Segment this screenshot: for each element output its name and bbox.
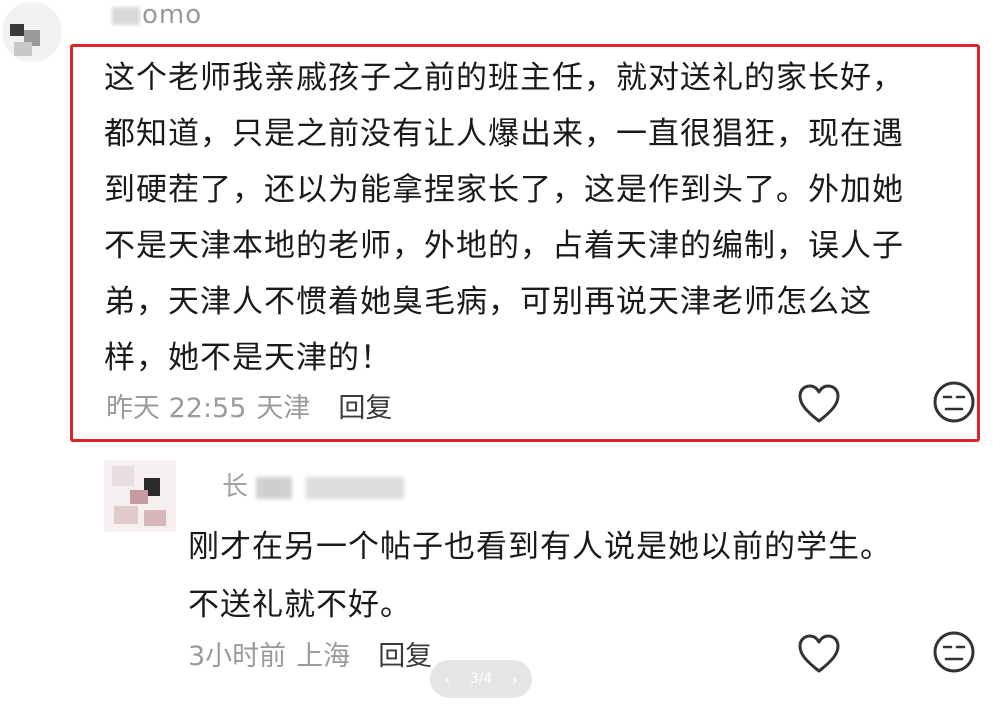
comment-line: 都知道，只是之前没有让人爆出来，一直很猖狂，现在遇 <box>104 116 904 152</box>
reply-button[interactable]: 回复 <box>338 386 392 425</box>
avatar-pixel <box>144 510 166 526</box>
comment-meta: 3小时前 上海 回复 <box>188 630 432 676</box>
avatar-pixel <box>10 24 24 36</box>
comment-meta: 昨天 22:55 天津 回复 <box>106 380 392 430</box>
username[interactable]: omo <box>112 0 202 30</box>
username-blur <box>112 6 140 25</box>
comment-line: 到硬茬了，还以为能拿捏家长了，这是作到头了。外加她 <box>104 172 904 208</box>
timestamp: 昨天 22:55 <box>106 392 247 424</box>
location: 天津 <box>256 392 311 424</box>
page-indicator: 3/4 <box>469 671 493 687</box>
timestamp: 3小时前 <box>188 640 287 672</box>
comment-line: 这个老师我亲戚孩子之前的班主任，就对送礼的家长好， <box>104 60 904 96</box>
username-blur <box>306 476 405 499</box>
avatar[interactable] <box>104 460 176 532</box>
chevron-right-icon[interactable]: › <box>512 670 518 689</box>
comment-line: 不送礼就不好。 <box>188 587 412 623</box>
comment-line: 不是天津本地的老师，外地的，占着天津的编制，误人子 <box>104 228 904 264</box>
comment-line: 刚才在另一个帖子也看到有人说是她以前的学生。 <box>188 529 892 565</box>
avatar[interactable] <box>2 2 62 62</box>
heart-outline-icon[interactable] <box>796 382 842 426</box>
avatar-pixel <box>112 466 134 486</box>
chevron-left-icon[interactable]: ‹ <box>444 670 450 689</box>
reply-text: 刚才在另一个帖子也看到有人说是她以前的学生。 不送礼就不好。 <box>188 518 978 634</box>
comment-text: 这个老师我亲戚孩子之前的班主任，就对送礼的家长好， 都知道，只是之前没有让人爆出… <box>104 50 972 386</box>
username-text: omo <box>142 0 203 30</box>
image-pager: ‹ 3/4 › <box>430 660 532 698</box>
meh-face-icon[interactable] <box>932 630 976 674</box>
username-blur <box>256 476 293 499</box>
avatar-pixel <box>114 506 138 524</box>
reply-button[interactable]: 回复 <box>378 634 432 673</box>
location: 上海 <box>296 640 351 672</box>
avatar-pixel <box>130 490 148 504</box>
username[interactable]: 长 <box>222 466 405 503</box>
heart-outline-icon[interactable] <box>796 632 842 676</box>
username-text: 长 <box>222 472 249 502</box>
meh-face-icon[interactable] <box>932 380 976 424</box>
comment-line: 弟，天津人不惯着她臭毛病，可别再说天津老师怎么这 <box>104 284 872 320</box>
avatar-pixel <box>14 42 32 56</box>
comment-line: 样，她不是天津的！ <box>104 340 392 376</box>
